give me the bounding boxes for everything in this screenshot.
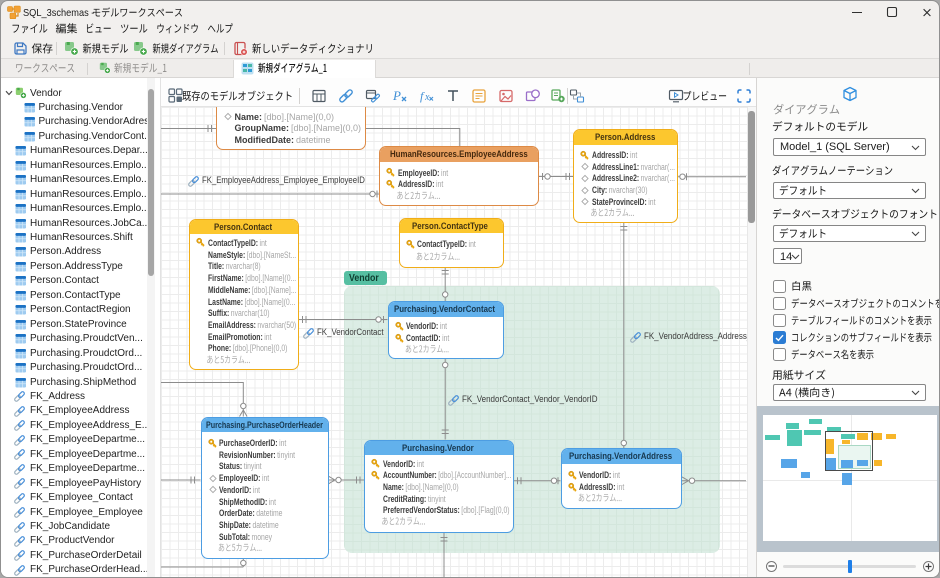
svg-text:x: x (424, 92, 430, 103)
svg-text:P: P (392, 88, 401, 103)
